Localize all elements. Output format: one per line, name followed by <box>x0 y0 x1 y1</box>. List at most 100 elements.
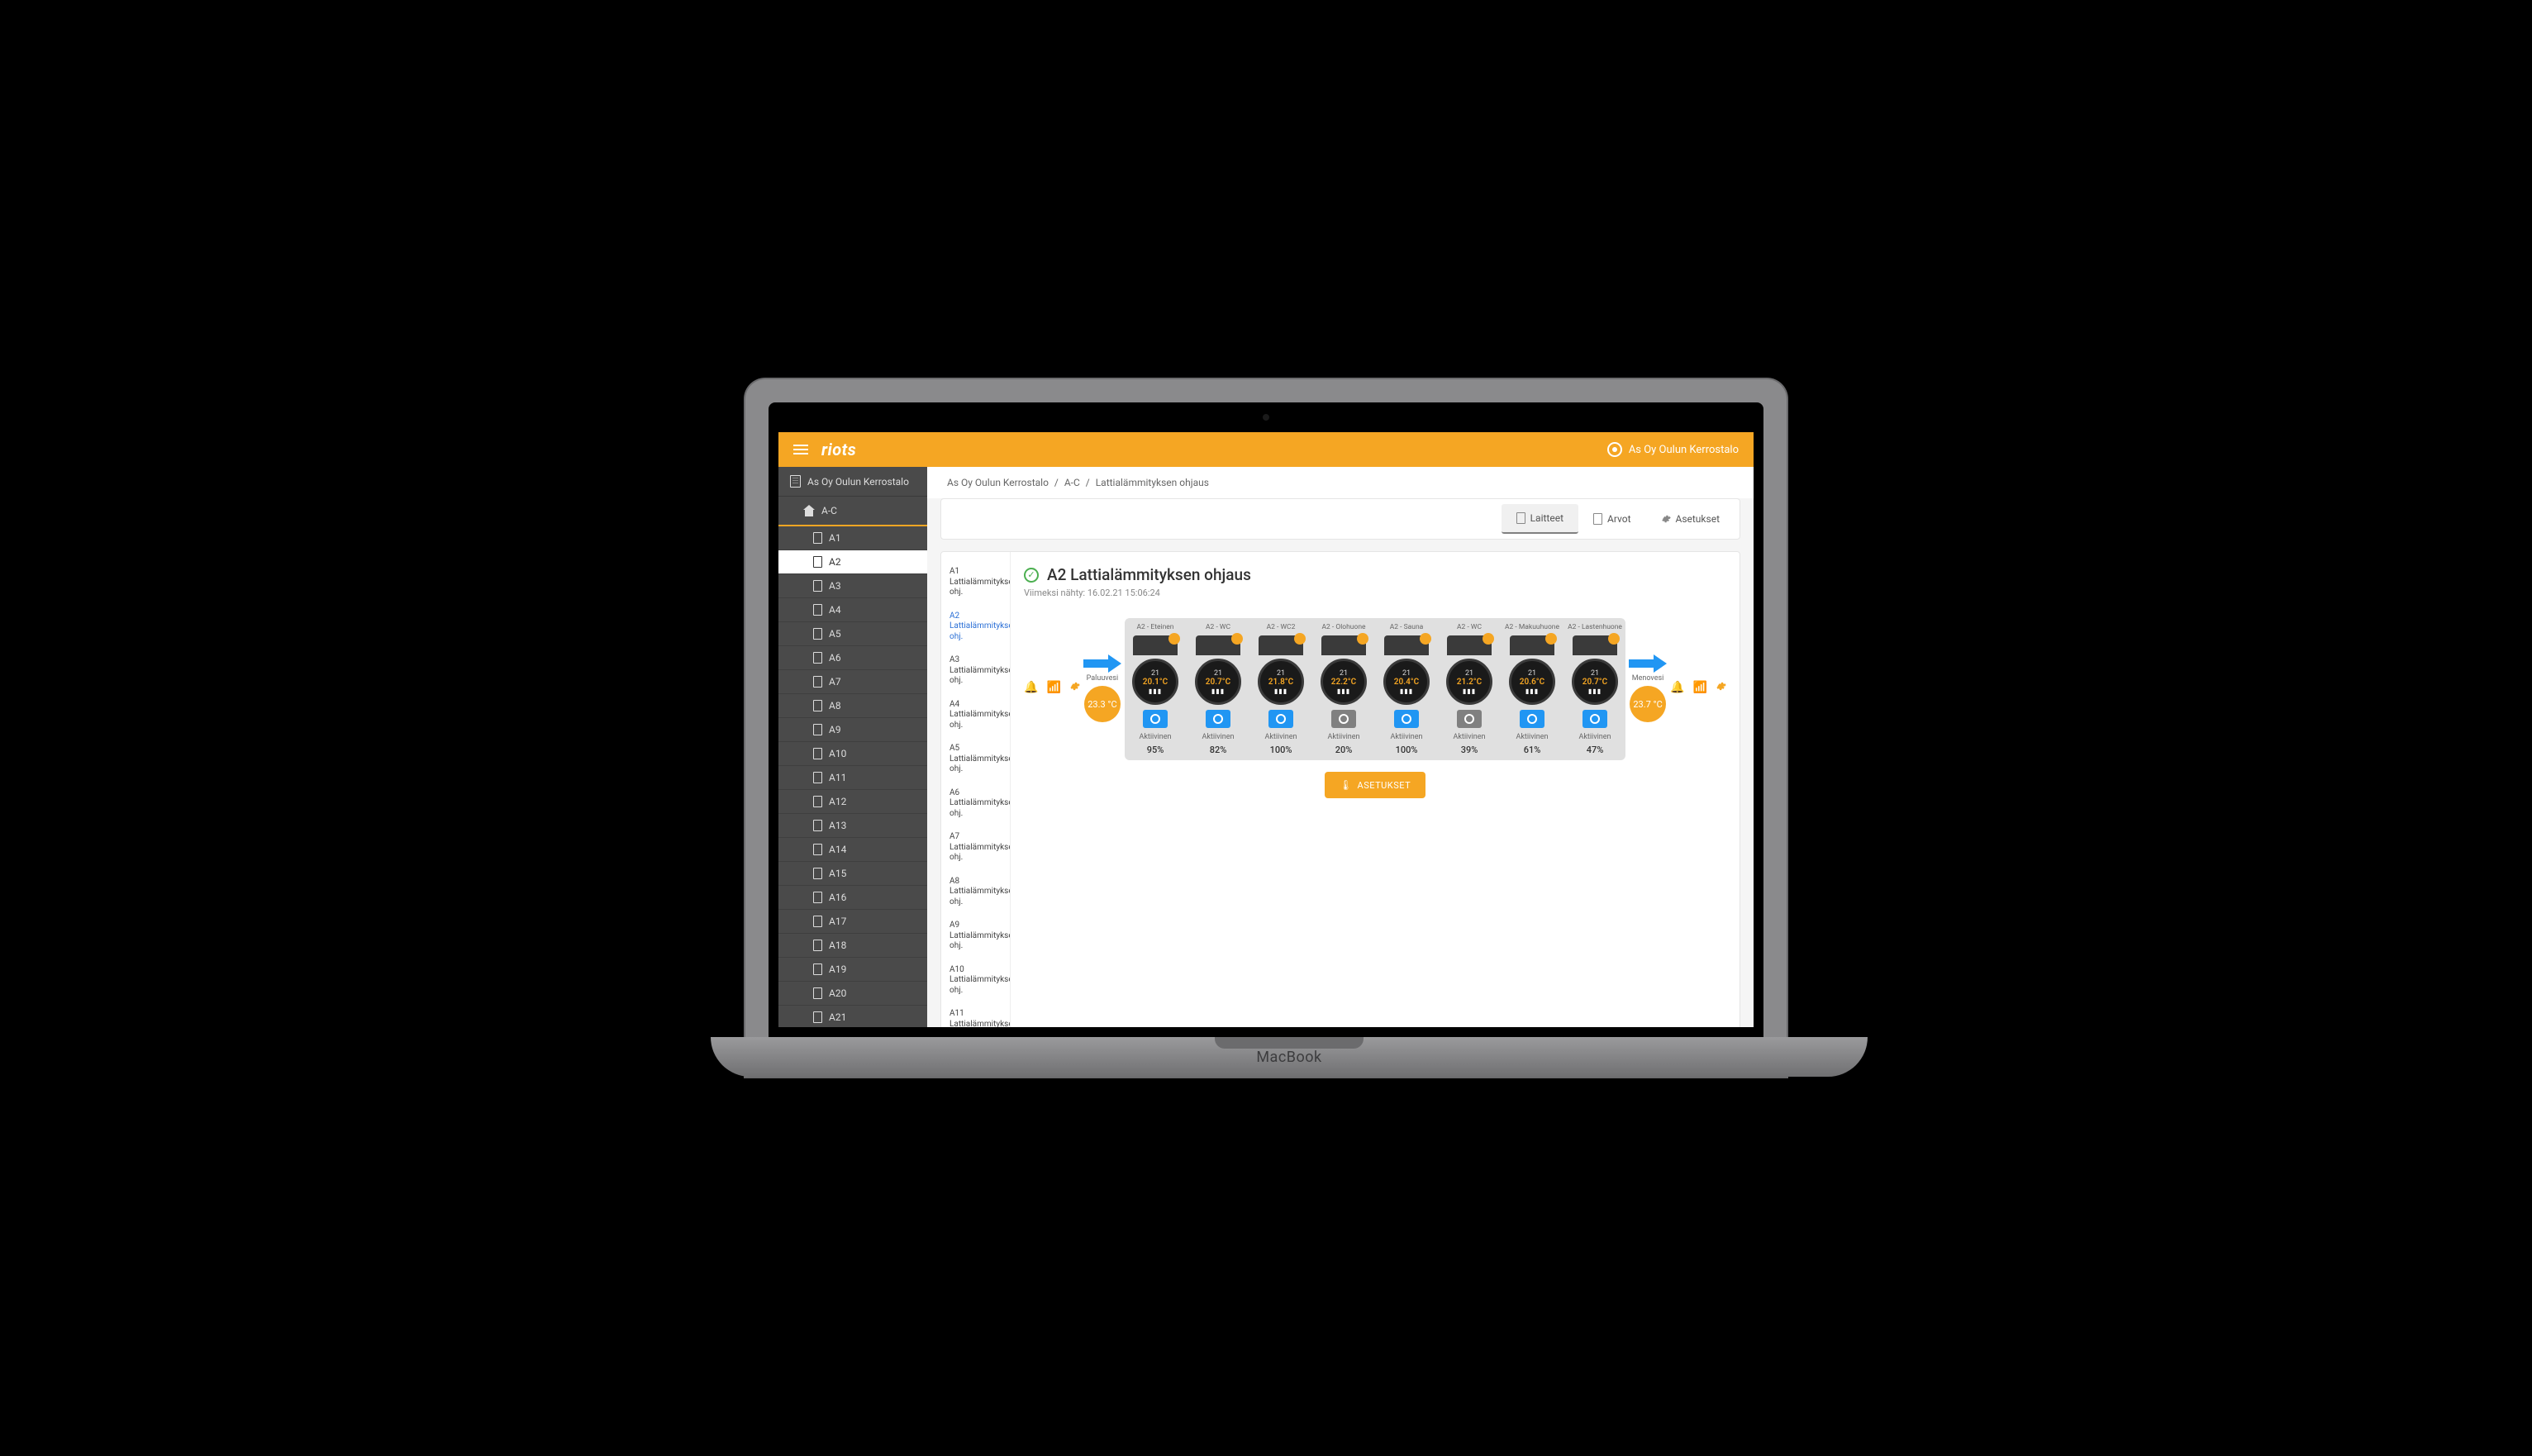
arrow-right-icon <box>1629 656 1667 671</box>
crumb-0[interactable]: As Oy Oulun Kerrostalo <box>947 477 1049 488</box>
sidebar-item[interactable]: A20 <box>778 982 927 1006</box>
sidebar-home[interactable]: A-C <box>778 497 927 526</box>
sidebar-item[interactable]: A14 <box>778 838 927 862</box>
bars-icon: ▮▮▮ <box>1463 688 1476 695</box>
zone[interactable]: A2 - WC2121.2°C▮▮▮Aktiivinen39% <box>1439 623 1500 755</box>
zone-gauge[interactable]: 2121.2°C▮▮▮ <box>1446 659 1492 705</box>
sidebar-item[interactable]: A21 <box>778 1006 927 1027</box>
menu-icon[interactable] <box>793 445 808 454</box>
sublist-item[interactable]: A10 Lattialämmityksen ohj. <box>941 959 1010 1003</box>
return-label: Paluuvesi <box>1087 674 1119 683</box>
zone-percent: 39% <box>1461 745 1478 755</box>
document-icon <box>813 532 822 544</box>
zone-device-icon <box>1510 635 1554 655</box>
sidebar-item[interactable]: A19 <box>778 958 927 982</box>
building-icon <box>790 475 801 488</box>
settings-button[interactable]: ASETUKSET <box>1325 772 1425 798</box>
sidebar-item[interactable]: A13 <box>778 814 927 838</box>
sublist-item[interactable]: A1 Lattialämmityksen ohj. <box>941 560 1010 605</box>
sublist-item[interactable]: A9 Lattialämmityksen ohj. <box>941 914 1010 959</box>
zones-strip: A2 - Eteinen2120.1°C▮▮▮Aktiivinen95% A2 -… <box>1125 618 1625 760</box>
document-icon <box>813 868 822 879</box>
sublist-item[interactable]: A3 Lattialämmityksen ohj. <box>941 649 1010 693</box>
zone-status: Aktiivinen <box>1390 733 1422 741</box>
return-temp: 23.3 °C <box>1084 686 1121 722</box>
zone-percent: 95% <box>1147 745 1164 755</box>
zones: A2 - Eteinen2120.1°C▮▮▮Aktiivinen95% A2 -… <box>1125 623 1625 755</box>
gear-icon[interactable] <box>1069 681 1080 695</box>
sidebar-item[interactable]: A7 <box>778 670 927 694</box>
chart-icon[interactable]: 📶 <box>1046 681 1060 695</box>
zone-setpoint: 21 <box>1591 669 1599 678</box>
sidebar-item[interactable]: A17 <box>778 910 927 934</box>
sidebar-item[interactable]: A18 <box>778 934 927 958</box>
zone-temp: 20.6°C <box>1520 678 1544 687</box>
chart-icon[interactable]: 📶 <box>1693 681 1707 695</box>
sidebar-item-label: A6 <box>829 652 841 664</box>
sidebar-item[interactable]: A6 <box>778 646 927 670</box>
app-screen: riots As Oy Oulun Kerrostalo As Oy Oulun… <box>778 432 1754 1027</box>
tab[interactable]: Asetukset <box>1646 504 1735 534</box>
bars-icon: ▮▮▮ <box>1400 688 1413 695</box>
zone-setpoint: 21 <box>1151 669 1159 678</box>
sidebar-item[interactable]: A8 <box>778 694 927 718</box>
crumb-1[interactable]: A-C <box>1064 477 1080 488</box>
zone-gauge[interactable]: 2121.8°C▮▮▮ <box>1258 659 1304 705</box>
zone-gauge[interactable]: 2120.4°C▮▮▮ <box>1383 659 1430 705</box>
sidebar-item[interactable]: A10 <box>778 742 927 766</box>
sublist-item[interactable]: A6 Lattialämmityksen ohj. <box>941 782 1010 826</box>
zone-gauge[interactable]: 2120.7°C▮▮▮ <box>1572 659 1618 705</box>
zone[interactable]: A2 - Sauna2120.4°C▮▮▮Aktiivinen100% <box>1376 623 1437 755</box>
sublist-item[interactable]: A8 Lattialämmityksen ohj. <box>941 870 1010 915</box>
topbar-left: riots <box>793 440 856 459</box>
sidebar-item[interactable]: A12 <box>778 790 927 814</box>
zone-name: A2 - Olohuone <box>1321 623 1365 632</box>
zone-device-icon <box>1384 635 1429 655</box>
zone-gauge[interactable]: 2120.1°C▮▮▮ <box>1132 659 1178 705</box>
screen-bezel: riots As Oy Oulun Kerrostalo As Oy Oulun… <box>769 402 1763 1037</box>
user-menu[interactable]: As Oy Oulun Kerrostalo <box>1607 442 1739 457</box>
zone[interactable]: A2 - Lastenhuone2120.7°C▮▮▮Aktiivinen47% <box>1564 623 1625 755</box>
detail-card: A1 Lattialämmityksen ohj.A2 Lattialämmit… <box>940 551 1740 1027</box>
bell-icon[interactable]: 🔔 <box>1670 681 1684 695</box>
sublist-item[interactable]: A4 Lattialämmityksen ohj. <box>941 693 1010 738</box>
sublist-item[interactable]: A11 Lattialämmityksen ohj. <box>941 1002 1010 1027</box>
zone-status: Aktiivinen <box>1202 733 1234 741</box>
zone-gauge[interactable]: 2120.7°C▮▮▮ <box>1195 659 1241 705</box>
zone[interactable]: A2 - Eteinen2120.1°C▮▮▮Aktiivinen95% <box>1125 623 1186 755</box>
zone[interactable]: A2 - Makuuhuone2120.6°C▮▮▮Aktiivinen61% <box>1502 623 1563 755</box>
sublist-item[interactable]: A7 Lattialämmityksen ohj. <box>941 826 1010 870</box>
tab[interactable]: Arvot <box>1578 504 1646 534</box>
zone-gauge[interactable]: 2120.6°C▮▮▮ <box>1509 659 1555 705</box>
crumb-2: Lattialämmityksen ohjaus <box>1096 477 1209 488</box>
sidebar-item[interactable]: A4 <box>778 598 927 622</box>
sublist-item[interactable]: A2 Lattialämmityksen ohj. <box>941 605 1010 649</box>
sidebar-item[interactable]: A16 <box>778 886 927 910</box>
zone-name: A2 - Lastenhuone <box>1568 623 1622 632</box>
sidebar-item[interactable]: A1 <box>778 526 927 550</box>
zone-gauge[interactable]: 2122.2°C▮▮▮ <box>1321 659 1367 705</box>
breadcrumb: As Oy Oulun Kerrostalo / A-C / Lattialäm… <box>927 467 1754 498</box>
bell-icon[interactable]: 🔔 <box>1024 681 1038 695</box>
zone-valve-icon <box>1394 710 1419 728</box>
brand-logo[interactable]: riots <box>821 440 856 459</box>
laptop-frame: riots As Oy Oulun Kerrostalo As Oy Oulun… <box>745 379 1787 1077</box>
zone[interactable]: A2 - WC2120.7°C▮▮▮Aktiivinen82% <box>1187 623 1249 755</box>
sidebar-header[interactable]: As Oy Oulun Kerrostalo <box>778 467 927 497</box>
zone[interactable]: A2 - WC22121.8°C▮▮▮Aktiivinen100% <box>1250 623 1311 755</box>
sidebar-item[interactable]: A11 <box>778 766 927 790</box>
sidebar-item[interactable]: A9 <box>778 718 927 742</box>
sublist-item[interactable]: A5 Lattialämmityksen ohj. <box>941 737 1010 782</box>
sidebar-item[interactable]: A3 <box>778 574 927 598</box>
sidebar-item[interactable]: A15 <box>778 862 927 886</box>
zone[interactable]: A2 - Olohuone2122.2°C▮▮▮Aktiivinen20% <box>1313 623 1374 755</box>
document-icon <box>813 796 822 807</box>
page-title: A2 Lattialämmityksen ohjaus <box>1047 565 1251 584</box>
sidebar-item[interactable]: A5 <box>778 622 927 646</box>
tab[interactable]: Laitteet <box>1502 504 1578 534</box>
gear-icon[interactable] <box>1716 681 1726 695</box>
camera-dot <box>1263 414 1269 421</box>
sidebar-item[interactable]: A2 <box>778 550 927 574</box>
document-icon <box>1516 512 1525 524</box>
zone-setpoint: 21 <box>1214 669 1222 678</box>
